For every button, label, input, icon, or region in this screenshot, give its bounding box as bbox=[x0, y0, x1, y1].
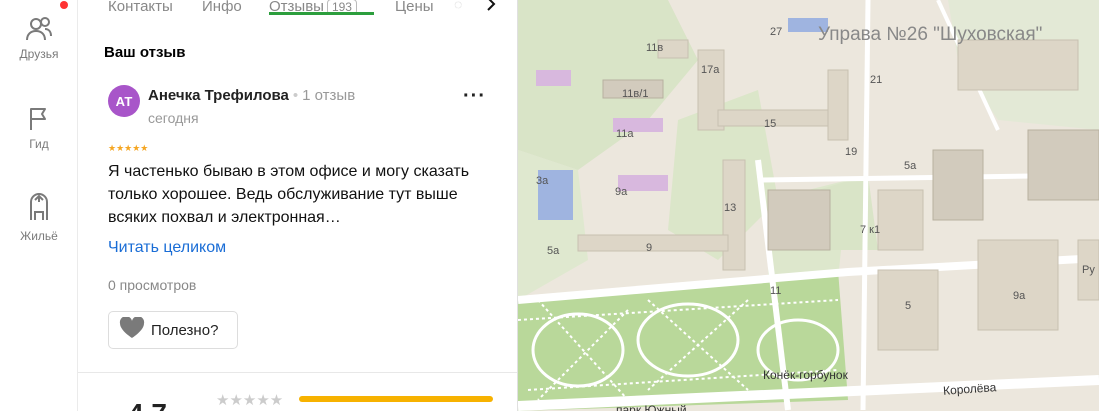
author-review-count: 1 отзыв bbox=[302, 87, 356, 104]
review-stars: ★★★★★ bbox=[108, 143, 149, 153]
map-canvas bbox=[518, 0, 1099, 411]
org-panel: Контакты Инфо Отзывы 193 Цены ◌ Ваш отзыв… bbox=[78, 0, 518, 411]
active-tab-indicator bbox=[269, 12, 374, 15]
map-building-label: 17а bbox=[701, 64, 720, 76]
tab-overflow-icon: ◌ bbox=[454, 0, 463, 12]
useful-button-label: Полезно? bbox=[151, 321, 219, 339]
map-building-label: 5 bbox=[905, 300, 912, 312]
review-author: Анечка Трефилова • 1 отзыв bbox=[148, 87, 355, 104]
more-dots-icon[interactable]: ··· bbox=[463, 86, 486, 106]
map-building-label: 19 bbox=[845, 146, 858, 158]
section-title: Ваш отзыв bbox=[104, 44, 186, 61]
friends-icon bbox=[25, 16, 53, 47]
read-more-link[interactable]: Читать целиком bbox=[108, 239, 226, 257]
map-building-label: 9а bbox=[1013, 290, 1026, 302]
map-building-label: 9 bbox=[646, 242, 653, 254]
rating-stars: ★★★★★ bbox=[216, 392, 284, 409]
heart-icon bbox=[119, 316, 151, 343]
map-building-label: 5а bbox=[904, 160, 917, 172]
map-park-label: парк Южный bbox=[616, 403, 687, 411]
map-building-label: 11в bbox=[646, 42, 664, 54]
useful-button[interactable]: Полезно? bbox=[108, 311, 238, 349]
map-building-label: 27 bbox=[770, 26, 783, 38]
avatar[interactable]: АТ bbox=[108, 85, 140, 117]
chevron-right-icon[interactable] bbox=[486, 0, 496, 16]
overall-rating: 4.7 bbox=[128, 398, 167, 411]
rail-item-label: Друзья bbox=[19, 47, 59, 61]
map-building-label: Ру bbox=[1082, 264, 1095, 276]
rail-item-friends[interactable]: Друзья bbox=[0, 16, 78, 61]
rail-item-guide[interactable]: Гид bbox=[0, 106, 78, 151]
map-building-label: 5а bbox=[547, 245, 560, 257]
author-name[interactable]: Анечка Трефилова bbox=[148, 87, 289, 104]
map-poi-title[interactable]: Управа №26 "Шуховская" bbox=[818, 24, 1042, 46]
map-building-label: 9а bbox=[615, 186, 628, 198]
divider bbox=[78, 372, 517, 373]
map-building-label: 11 bbox=[770, 285, 782, 297]
map-building-label: 11в/1 bbox=[622, 88, 649, 100]
map-building-label: 13 bbox=[724, 202, 737, 214]
map-building-label: 11а bbox=[616, 128, 634, 140]
notification-badge bbox=[60, 1, 68, 9]
separator-dot: • bbox=[292, 87, 299, 104]
review-date: сегодня bbox=[148, 110, 199, 126]
map-view[interactable]: Управа №26 "Шуховская" 27 11в 17а 21 11в… bbox=[518, 0, 1099, 411]
tab-contacts[interactable]: Контакты bbox=[108, 0, 173, 15]
rail-item-label: Гид bbox=[29, 137, 49, 151]
housing-icon bbox=[25, 190, 53, 229]
map-building-label: 3а bbox=[536, 175, 549, 187]
rail-item-label: Жильё bbox=[20, 229, 58, 243]
tab-info[interactable]: Инфо bbox=[202, 0, 242, 15]
rating-bar bbox=[299, 396, 493, 402]
review-text: Я частенько бываю в этом офисе и могу ск… bbox=[108, 163, 470, 226]
left-rail: Друзья Гид Жильё bbox=[0, 0, 78, 411]
tab-prices[interactable]: Цены bbox=[395, 0, 434, 15]
tab-bar: Контакты Инфо Отзывы 193 Цены ◌ bbox=[78, 0, 517, 28]
flag-icon bbox=[26, 106, 52, 137]
map-poi-label[interactable]: Конёк-горбунок bbox=[763, 368, 848, 382]
map-building-label: 15 bbox=[764, 118, 777, 130]
views-count: 0 просмотров bbox=[108, 277, 197, 293]
map-building-label: 7 к1 bbox=[860, 224, 881, 236]
app-root: Друзья Гид Жильё Контакты Инфо Отзывы 19… bbox=[0, 0, 1099, 411]
map-building-label: 21 bbox=[870, 74, 883, 86]
rail-item-housing[interactable]: Жильё bbox=[0, 190, 78, 243]
